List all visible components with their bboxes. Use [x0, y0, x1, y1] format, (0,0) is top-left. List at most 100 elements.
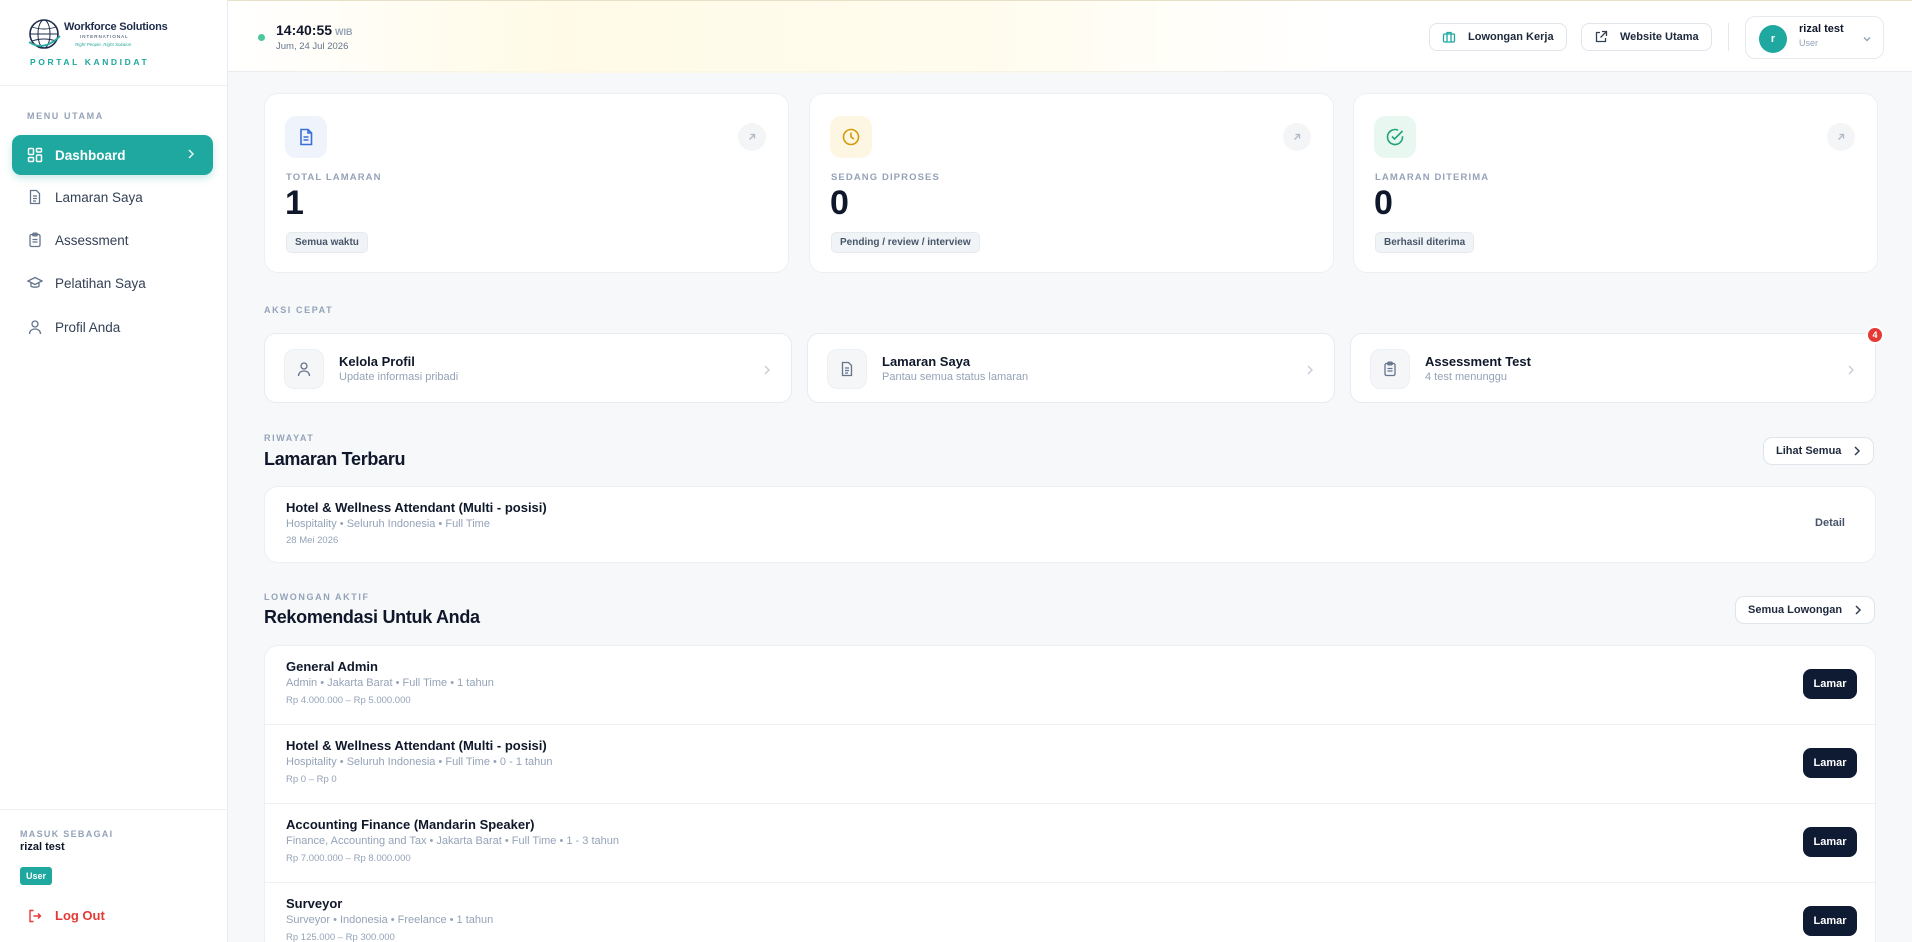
arrow-up-right-icon[interactable]: [1827, 123, 1855, 151]
logo-subtitle: INTERNATIONAL: [80, 34, 129, 39]
recent-section-title: Lamaran Terbaru: [264, 449, 406, 469]
sidebar-item-label: Lamaran Saya: [55, 189, 143, 205]
quick-action-title: Assessment Test: [1425, 354, 1531, 369]
apply-button[interactable]: Lamar: [1803, 748, 1857, 778]
user-icon: [27, 319, 43, 335]
chevron-right-icon: [763, 363, 771, 381]
clipboard-icon: [27, 232, 43, 248]
online-status-dot: [258, 34, 265, 41]
website-utama-button[interactable]: Website Utama: [1581, 23, 1712, 51]
arrow-up-right-icon[interactable]: [738, 123, 766, 151]
stat-value: 0: [1374, 184, 1393, 222]
arrow-up-right-icon[interactable]: [1283, 123, 1311, 151]
sidebar-item-pelatihan-saya[interactable]: Pelatihan Saya: [12, 263, 213, 303]
job-salary: Rp 125.000 – Rp 300.000: [286, 932, 395, 942]
apply-button[interactable]: Lamar: [1803, 669, 1857, 699]
stat-card-sedang-diproses[interactable]: SEDANG DIPROSES 0 Pending / review / int…: [809, 93, 1334, 273]
document-icon: [827, 349, 867, 389]
clock: 14:40:55 WIB: [276, 22, 353, 38]
stat-caption: Pending / review / interview: [831, 232, 980, 253]
sidebar-item-label: Profil Anda: [55, 319, 121, 335]
logout-button[interactable]: Log Out: [28, 908, 105, 923]
external-link-icon: [1594, 30, 1608, 44]
user-icon: [284, 349, 324, 389]
see-all-label: Lihat Semua: [1776, 445, 1842, 457]
sidebar-item-lamaran-saya[interactable]: Lamaran Saya: [12, 177, 213, 217]
application-title: Hotel & Wellness Attendant (Multi - posi…: [286, 500, 547, 515]
stat-card-total-lamaran[interactable]: TOTAL LAMARAN 1 Semua waktu: [264, 93, 789, 273]
apply-button[interactable]: Lamar: [1803, 906, 1857, 936]
globe-logo-icon: [28, 19, 61, 49]
sidebar-item-dashboard[interactable]: Dashboard: [12, 135, 213, 175]
job-title: General Admin: [286, 659, 378, 674]
sidebar-item-profil-anda[interactable]: Profil Anda: [12, 307, 213, 347]
current-date: Jum, 24 Jul 2026: [276, 41, 349, 52]
recommendations-section-title: Rekomendasi Untuk Anda: [264, 607, 480, 627]
sidebar-item-assessment[interactable]: Assessment: [12, 220, 213, 260]
quick-action-title: Kelola Profil: [339, 354, 415, 369]
user-name: rizal test: [1799, 23, 1844, 35]
stat-label: LAMARAN DITERIMA: [1375, 172, 1490, 183]
user-menu[interactable]: r rizal test User: [1745, 16, 1884, 59]
logo-name: Workforce Solutions: [64, 21, 168, 33]
apply-button[interactable]: Lamar: [1803, 827, 1857, 857]
recommendations-section-label: LOWONGAN AKTIF: [264, 592, 370, 602]
job-row[interactable]: General Admin Admin • Jakarta Barat • Fu…: [265, 646, 1875, 725]
assessment-notification-badge: 4: [1866, 326, 1884, 344]
application-meta: Hospitality • Seluruh Indonesia • Full T…: [286, 518, 490, 530]
quick-action-subtitle: 4 test menunggu: [1425, 371, 1507, 383]
job-row[interactable]: Surveyor Surveyor • Indonesia • Freelanc…: [265, 883, 1875, 942]
menu-section-label: MENU UTAMA: [27, 111, 104, 121]
job-row[interactable]: Accounting Finance (Mandarin Speaker) Fi…: [265, 804, 1875, 883]
detail-link[interactable]: Detail: [1815, 517, 1845, 529]
sidebar-item-label: Pelatihan Saya: [55, 275, 146, 291]
lowongan-kerja-button[interactable]: Lowongan Kerja: [1429, 23, 1567, 51]
signed-in-name: rizal test: [20, 841, 65, 853]
header-highlight: [228, 1, 1328, 73]
job-title: Accounting Finance (Mandarin Speaker): [286, 817, 535, 832]
sidebar-item-label: Assessment: [55, 232, 129, 248]
see-all-applications-button[interactable]: Lihat Semua: [1763, 437, 1875, 465]
quick-action-kelola-profil[interactable]: Kelola Profil Update informasi pribadi: [264, 333, 792, 403]
recent-application-card[interactable]: Hotel & Wellness Attendant (Multi - posi…: [264, 486, 1876, 563]
application-date: 28 Mei 2026: [286, 535, 339, 546]
quick-action-assessment-test[interactable]: Assessment Test 4 test menunggu: [1350, 333, 1876, 403]
recent-section-label: RIWAYAT: [264, 433, 315, 443]
graduation-cap-icon: [27, 275, 43, 291]
logo[interactable]: Workforce Solutions INTERNATIONAL Right …: [0, 0, 227, 86]
clock-timezone: WIB: [335, 27, 353, 37]
job-salary: Rp 4.000.000 – Rp 5.000.000: [286, 695, 411, 706]
all-jobs-button[interactable]: Semua Lowongan: [1735, 596, 1876, 624]
quick-action-lamaran-saya[interactable]: Lamaran Saya Pantau semua status lamaran: [807, 333, 1335, 403]
chevron-down-icon: [1862, 31, 1872, 49]
stat-value: 0: [830, 184, 849, 222]
chevron-right-icon: [187, 148, 195, 163]
clipboard-icon: [1370, 349, 1410, 389]
clock-icon: [830, 116, 872, 158]
user-role: User: [1799, 38, 1819, 48]
sidebar-item-label: Dashboard: [55, 147, 126, 163]
document-icon: [27, 189, 43, 205]
job-salary: Rp 7.000.000 – Rp 8.000.000: [286, 853, 411, 864]
portal-label: PORTAL KANDIDAT: [30, 57, 150, 67]
website-utama-label: Website Utama: [1620, 31, 1699, 43]
job-title: Surveyor: [286, 896, 343, 911]
avatar: r: [1759, 25, 1787, 53]
document-icon: [285, 116, 327, 158]
job-meta: Hospitality • Seluruh Indonesia • Full T…: [286, 756, 553, 768]
job-list: General Admin Admin • Jakarta Barat • Fu…: [264, 645, 1876, 942]
job-salary: Rp 0 – Rp 0: [286, 774, 337, 785]
quick-action-subtitle: Pantau semua status lamaran: [882, 371, 1029, 383]
job-row[interactable]: Hotel & Wellness Attendant (Multi - posi…: [265, 725, 1875, 804]
signed-in-label: MASUK SEBAGAI: [20, 829, 114, 839]
stat-label: TOTAL LAMARAN: [286, 172, 382, 183]
lowongan-kerja-label: Lowongan Kerja: [1468, 31, 1554, 43]
chevron-right-icon: [1853, 445, 1861, 457]
top-header: 14:40:55 WIB Jum, 24 Jul 2026 Lowongan Ke…: [228, 0, 1912, 73]
quick-action-subtitle: Update informasi pribadi: [339, 371, 459, 383]
stat-card-lamaran-diterima[interactable]: LAMARAN DITERIMA 0 Berhasil diterima: [1353, 93, 1878, 273]
chevron-right-icon: [1306, 363, 1314, 381]
dashboard-icon: [27, 147, 43, 163]
logo-tagline: Right People, Right Solution: [75, 42, 132, 47]
job-meta: Admin • Jakarta Barat • Full Time • 1 ta…: [286, 677, 494, 689]
